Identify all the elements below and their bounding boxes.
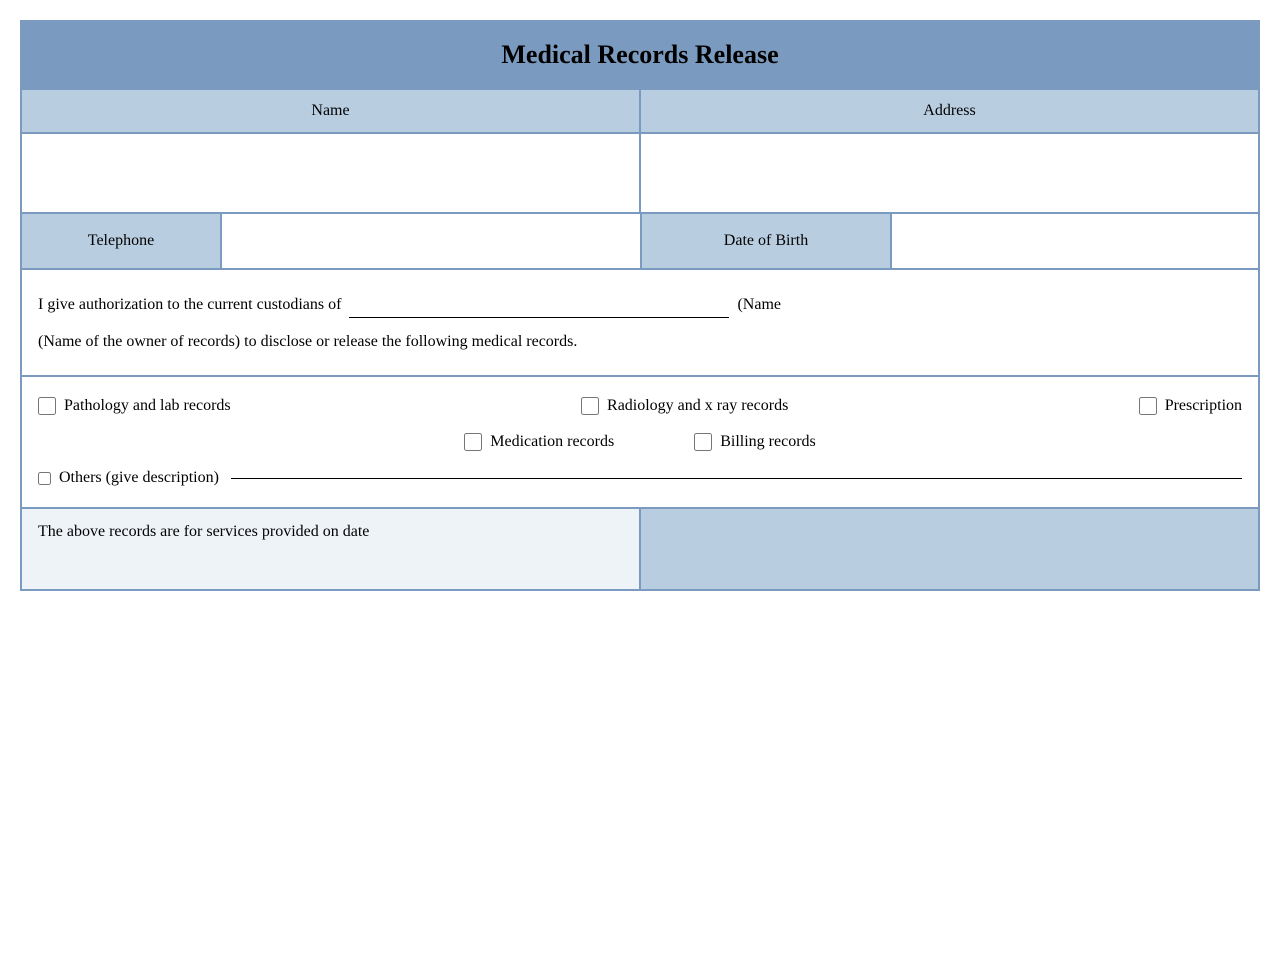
address-label: Address (923, 102, 975, 119)
prescription-checkbox[interactable] (1139, 397, 1157, 415)
name-label: Name (311, 102, 349, 119)
billing-checkbox[interactable] (694, 433, 712, 451)
name-header-cell: Name (22, 90, 641, 132)
billing-checkbox-item: Billing records (694, 433, 816, 451)
name-input-cell[interactable] (22, 134, 641, 212)
title-row: Medical Records Release (22, 22, 1258, 90)
auth-text-before: I give authorization to the current cust… (38, 296, 341, 313)
dob-label: Date of Birth (724, 232, 808, 249)
auth-section: I give authorization to the current cust… (22, 270, 1258, 377)
checkbox-row-1: Pathology and lab records Radiology and … (38, 397, 1242, 415)
others-description-line (231, 478, 1242, 479)
pathology-checkbox[interactable] (38, 397, 56, 415)
pathology-checkbox-item: Pathology and lab records (38, 397, 231, 415)
radiology-checkbox-item: Radiology and x ray records (581, 397, 788, 415)
bottom-left-text: The above records are for services provi… (38, 523, 369, 540)
prescription-checkbox-item: Prescription (1139, 397, 1242, 415)
form-title: Medical Records Release (501, 40, 778, 69)
telephone-input-cell[interactable] (222, 214, 642, 268)
medication-checkbox[interactable] (464, 433, 482, 451)
auth-text-second-line: (Name of the owner of records) to disclo… (38, 328, 1242, 355)
others-row: Others (give description) (38, 469, 1242, 487)
checkboxes-section: Pathology and lab records Radiology and … (22, 377, 1258, 509)
checkbox-row-2: Medication records Billing records (38, 433, 1242, 451)
others-label: Others (give description) (59, 469, 219, 487)
radiology-label: Radiology and x ray records (607, 397, 788, 415)
name-address-header: Name Address (22, 90, 1258, 134)
pathology-label: Pathology and lab records (64, 397, 231, 415)
name-address-input-row (22, 134, 1258, 214)
auth-text: I give authorization to the current cust… (38, 290, 1242, 318)
auth-text-continuation: (Name of the owner of records) to disclo… (38, 333, 577, 350)
dob-input[interactable] (902, 224, 1248, 242)
auth-name-line (349, 290, 729, 318)
bottom-right-cell (641, 509, 1258, 589)
address-input-cell[interactable] (641, 134, 1258, 212)
address-input[interactable] (651, 144, 1248, 194)
telephone-dob-row: Telephone Date of Birth (22, 214, 1258, 270)
medication-label: Medication records (490, 433, 614, 451)
name-input[interactable] (32, 144, 629, 194)
bottom-left-cell: The above records are for services provi… (22, 509, 641, 589)
form-container: Medical Records Release Name Address Tel… (20, 20, 1260, 591)
medication-checkbox-item: Medication records (464, 433, 614, 451)
prescription-label: Prescription (1165, 397, 1242, 415)
radiology-checkbox[interactable] (581, 397, 599, 415)
telephone-label: Telephone (88, 232, 154, 249)
address-header-cell: Address (641, 90, 1258, 132)
telephone-input[interactable] (232, 224, 630, 242)
telephone-label-cell: Telephone (22, 214, 222, 268)
billing-label: Billing records (720, 433, 816, 451)
bottom-row: The above records are for services provi… (22, 509, 1258, 589)
dob-label-cell: Date of Birth (642, 214, 892, 268)
auth-text-after-name: (Name (737, 296, 781, 313)
others-checkbox[interactable] (38, 472, 51, 485)
dob-input-cell[interactable] (892, 214, 1258, 268)
